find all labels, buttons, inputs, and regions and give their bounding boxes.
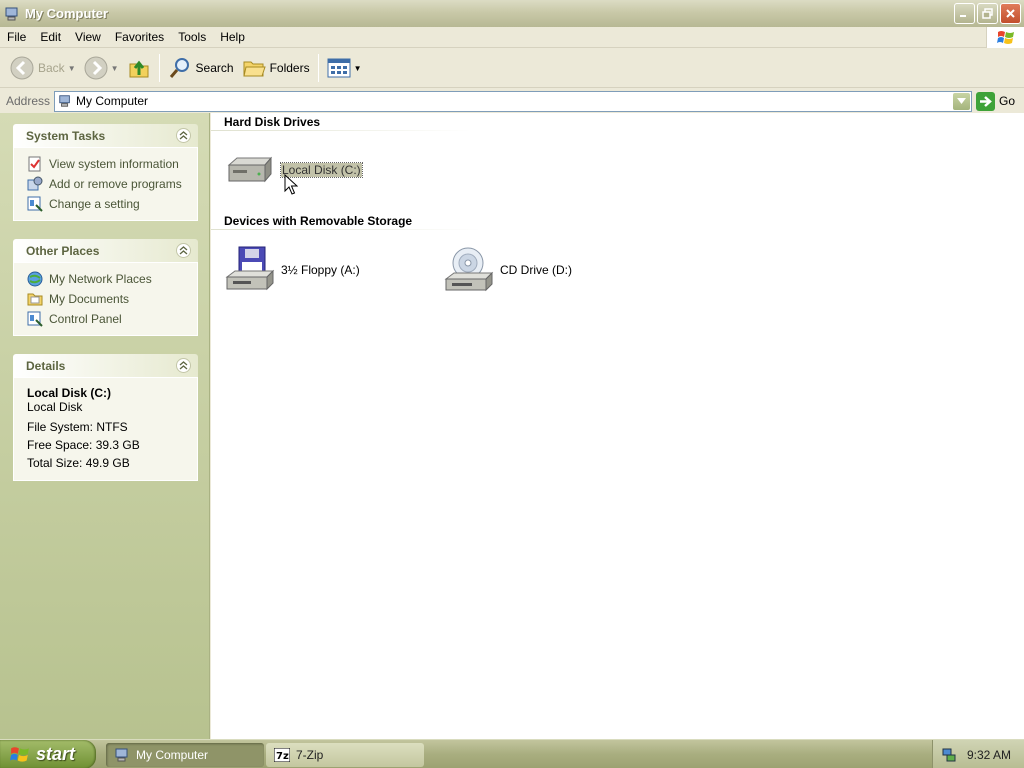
add-remove-programs-icon [27, 176, 43, 192]
toolbar-separator [158, 54, 160, 82]
control-panel-icon [27, 196, 43, 212]
group-header-removable-storage: Devices with Removable Storage [224, 214, 413, 228]
taskbar: start My Computer 7z 7-Zip 9:32 AM [0, 739, 1024, 768]
restore-button[interactable] [977, 3, 998, 24]
menu-tools[interactable]: Tools [171, 30, 213, 44]
details-body: Local Disk (C:) Local Disk File System: … [13, 377, 198, 481]
hard-disk-icon [227, 156, 273, 183]
drive-label: CD Drive (D:) [500, 263, 572, 277]
address-dropdown-button[interactable] [953, 92, 971, 110]
network-places-icon [27, 271, 43, 287]
close-icon [1006, 9, 1015, 18]
up-folder-button[interactable] [123, 52, 155, 84]
menu-file[interactable]: File [0, 30, 33, 44]
go-arrow-icon [976, 91, 996, 111]
windows-logo-icon [10, 746, 29, 762]
network-tray-icon[interactable] [941, 747, 957, 763]
group-divider [211, 229, 481, 230]
menu-help[interactable]: Help [213, 30, 252, 44]
forward-arrow-icon [84, 56, 108, 80]
address-bar: Address My Computer Go [0, 89, 1024, 113]
task-add-remove-programs[interactable]: Add or remove programs [27, 174, 187, 194]
other-places-header[interactable]: Other Places [13, 239, 198, 262]
title-bar[interactable]: My Computer [0, 0, 1024, 27]
up-folder-icon [129, 60, 149, 78]
7zip-icon: 7z [274, 748, 290, 762]
minimize-icon [960, 15, 966, 17]
views-icon [327, 58, 351, 78]
toolbar: Back ▼ ▼ Search Folders ▼ [0, 49, 1024, 88]
task-change-a-setting[interactable]: Change a setting [27, 194, 187, 214]
minimize-button[interactable] [954, 3, 975, 24]
my-documents-icon [27, 291, 43, 307]
menu-view[interactable]: View [68, 30, 108, 44]
task-pane: System Tasks View system information Add… [0, 113, 210, 739]
other-places-body: My Network Places My Documents Control P… [13, 262, 198, 336]
floppy-drive-icon [225, 246, 275, 291]
collapse-icon[interactable] [176, 243, 191, 258]
back-button[interactable]: Back ▼ [6, 52, 80, 84]
cd-drive-icon [444, 247, 494, 292]
back-dropdown-icon[interactable]: ▼ [68, 64, 76, 73]
window-title: My Computer [25, 6, 109, 21]
clock[interactable]: 9:32 AM [967, 748, 1011, 762]
drive-cd-d[interactable]: CD Drive (D:) [444, 245, 572, 295]
place-control-panel[interactable]: Control Panel [27, 309, 187, 329]
views-dropdown-icon[interactable]: ▼ [354, 64, 362, 73]
system-tasks-panel: System Tasks View system information Add… [13, 124, 198, 221]
place-my-documents[interactable]: My Documents [27, 289, 187, 309]
drive-label: 3½ Floppy (A:) [281, 263, 360, 277]
details-file-system: File System: NTFS [27, 420, 128, 434]
restore-icon [982, 8, 993, 19]
address-value: My Computer [76, 94, 149, 108]
my-computer-icon [115, 748, 128, 762]
details-header[interactable]: Details [13, 354, 198, 377]
system-tray: 9:32 AM [932, 740, 1024, 768]
system-info-icon [27, 156, 43, 172]
views-button[interactable]: ▼ [323, 52, 366, 84]
details-panel: Details Local Disk (C:) Local Disk File … [13, 354, 198, 481]
taskbar-button-my-computer[interactable]: My Computer [106, 743, 264, 767]
go-button[interactable]: Go [976, 91, 1015, 111]
content-area[interactable]: Hard Disk Drives Local Disk (C:) Devices… [211, 113, 1024, 739]
details-name: Local Disk (C:) [27, 386, 112, 400]
search-icon [169, 58, 189, 78]
system-tasks-body: View system information Add or remove pr… [13, 147, 198, 221]
folders-icon [242, 61, 266, 77]
details-total-size: Total Size: 49.9 GB [27, 456, 130, 470]
details-type: Local Disk [27, 400, 83, 414]
address-input[interactable]: My Computer [54, 90, 973, 112]
back-arrow-icon [10, 56, 34, 80]
forward-button[interactable]: ▼ [80, 52, 123, 84]
menu-edit[interactable]: Edit [33, 30, 68, 44]
mouse-cursor-icon [284, 174, 298, 195]
start-button[interactable]: start [0, 740, 96, 768]
windows-logo-icon [986, 27, 1024, 48]
chevron-down-icon [957, 98, 967, 104]
taskbar-button-7zip[interactable]: 7z 7-Zip [266, 743, 424, 767]
collapse-icon[interactable] [176, 128, 191, 143]
close-button[interactable] [1000, 3, 1021, 24]
group-divider [211, 130, 471, 131]
svg-text:7z: 7z [276, 751, 289, 762]
toolbar-separator [317, 54, 319, 82]
forward-dropdown-icon[interactable]: ▼ [111, 64, 119, 73]
menu-favorites[interactable]: Favorites [108, 30, 171, 44]
address-label: Address [6, 94, 51, 108]
other-places-panel: Other Places My Network Places My Docume… [13, 239, 198, 336]
menu-bar: File Edit View Favorites Tools Help [0, 27, 1024, 48]
collapse-icon[interactable] [176, 358, 191, 373]
place-my-network-places[interactable]: My Network Places [27, 269, 187, 289]
my-computer-icon [5, 7, 18, 20]
my-computer-icon [59, 95, 70, 107]
group-header-hard-disk-drives: Hard Disk Drives [224, 115, 321, 129]
task-view-system-information[interactable]: View system information [27, 154, 187, 174]
folders-button[interactable]: Folders [238, 52, 314, 84]
details-free-space: Free Space: 39.3 GB [27, 438, 140, 452]
drive-floppy-a[interactable]: 3½ Floppy (A:) [225, 245, 360, 295]
system-tasks-header[interactable]: System Tasks [13, 124, 198, 147]
search-button[interactable]: Search [164, 52, 238, 84]
control-panel-icon [27, 311, 43, 327]
